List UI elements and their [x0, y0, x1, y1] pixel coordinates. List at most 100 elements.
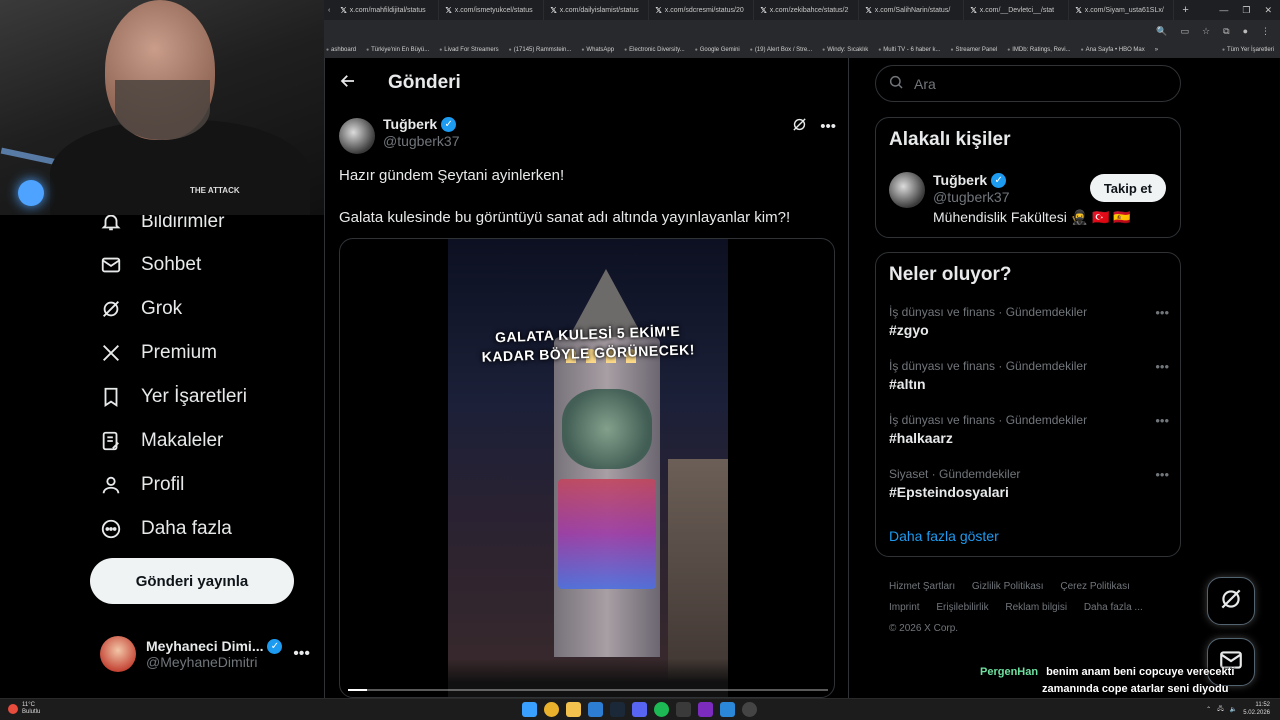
bookmark-item[interactable]: WhatsApp — [581, 47, 614, 53]
bookmark-item[interactable]: Ana Sayfa • HBO Max — [1081, 47, 1145, 53]
trend-more-icon[interactable]: ••• — [1155, 359, 1169, 374]
sidebar-item-profile[interactable]: Profil — [100, 470, 184, 500]
close-window-icon[interactable]: ✕ — [1264, 5, 1272, 16]
bookmark-item[interactable]: ashboard — [326, 47, 356, 53]
grok-icon[interactable] — [791, 116, 808, 137]
system-tray: ⌃ 🖧 🔈 11:52 5.02.2026 — [1206, 701, 1270, 717]
tab-scroll-left-icon[interactable]: ‹ — [324, 7, 334, 14]
video-progress-bar[interactable] — [348, 689, 828, 691]
trend-item[interactable]: İş dünyası ve finans · Gündemdekiler #al… — [889, 359, 1169, 392]
footer-link[interactable]: Imprint — [889, 602, 920, 613]
bookmark-item[interactable]: Livad For Streamers — [439, 47, 498, 53]
tab-label: x.com/sdcresmi/status/20 — [664, 6, 744, 14]
footer-link[interactable]: Hizmet Şartları — [889, 581, 955, 592]
bookmark-item[interactable]: Google Gemini — [695, 47, 740, 53]
bookmarks-overflow-icon[interactable]: » — [1155, 47, 1158, 53]
zoom-icon[interactable]: 🔍 — [1156, 26, 1167, 37]
file-explorer-icon[interactable] — [566, 702, 581, 717]
browser-tab[interactable]: 𝕏x.com/SalihNarin/status/ — [859, 0, 965, 20]
minimize-icon[interactable]: — — [1219, 5, 1228, 16]
follow-button[interactable]: Takip et — [1089, 174, 1166, 202]
sidebar-item-grok[interactable]: Grok — [100, 294, 182, 324]
trend-more-icon[interactable]: ••• — [1155, 467, 1169, 482]
extensions-icon[interactable]: ⧉ — [1223, 26, 1229, 37]
trend-item[interactable]: Siyaset · Gündemdekiler #Epsteindosyalar… — [889, 467, 1169, 500]
app-icon[interactable] — [588, 702, 603, 717]
bookmark-item[interactable]: Streamer Panel — [951, 47, 998, 53]
obs-icon[interactable] — [742, 702, 757, 717]
footer-link[interactable]: Reklam bilgisi — [1005, 602, 1067, 613]
clock[interactable]: 11:52 5.02.2026 — [1243, 701, 1270, 717]
browser-tab[interactable]: 𝕏x.com/zekibahce/status/2 — [754, 0, 860, 20]
x-logo-icon: 𝕏 — [970, 5, 977, 15]
page-title: Gönderi — [388, 72, 461, 93]
sidebar-item-articles[interactable]: Makaleler — [100, 426, 223, 456]
bookmark-item[interactable]: Türkiye'nin En Büyü... — [366, 47, 429, 53]
footer-link[interactable]: Gizlilik Politikası — [972, 581, 1044, 592]
browser-tab[interactable]: 𝕏x.com/Siyam_usta61SLx/ — [1069, 0, 1175, 20]
back-arrow-icon[interactable] — [339, 72, 357, 95]
trend-more-icon[interactable]: ••• — [1155, 305, 1169, 320]
network-icon[interactable]: 🖧 — [1217, 704, 1224, 714]
browser-tab[interactable]: 𝕏x.com/dailyislamist/status — [544, 0, 650, 20]
grok-fab-button[interactable] — [1207, 577, 1255, 625]
video-building — [668, 459, 728, 679]
trend-item[interactable]: İş dünyası ve finans · Gündemdekiler #ha… — [889, 413, 1169, 446]
hoodie-badge: THE ATTACK — [190, 186, 240, 195]
sidebar-item-bookmarks[interactable]: Yer İşaretleri — [100, 382, 247, 412]
main-column: Gönderi Tuğberk ✓ @tugberk37 ••• Hazır gü… — [324, 58, 849, 698]
bookmark-item[interactable]: (17145) Rammstein... — [509, 47, 572, 53]
footer-link[interactable]: Daha fazla ... — [1084, 602, 1143, 613]
volume-icon[interactable]: 🔈 — [1230, 706, 1237, 713]
author-display-name[interactable]: Tuğberk — [383, 116, 437, 132]
video-progress-fill — [348, 689, 368, 691]
app-icon[interactable] — [632, 702, 647, 717]
app-icon[interactable] — [720, 702, 735, 717]
chrome-icon[interactable] — [544, 702, 559, 717]
post-button[interactable]: Gönderi yayınla — [90, 558, 294, 604]
search-input[interactable]: Ara — [875, 65, 1181, 102]
maximize-icon[interactable]: ❐ — [1242, 5, 1250, 16]
spotify-icon[interactable] — [654, 702, 669, 717]
avatar[interactable] — [339, 118, 375, 154]
app-icon[interactable] — [676, 702, 691, 717]
trend-more-icon[interactable]: ••• — [1155, 413, 1169, 428]
weather-temp: 11°C — [22, 702, 35, 708]
footer-link[interactable]: Çerez Politikası — [1060, 581, 1129, 592]
sidebar-item-more[interactable]: Daha fazla — [100, 514, 232, 544]
browser-menu-icon[interactable]: ⋮ — [1261, 26, 1270, 37]
more-horizontal-icon[interactable]: ••• — [293, 645, 310, 663]
browser-tab[interactable]: 𝕏x.com/mahfildijital/status — [334, 0, 440, 20]
profile-icon[interactable]: ● — [1243, 26, 1248, 36]
tray-chevron-icon[interactable]: ⌃ — [1206, 706, 1211, 713]
bookmark-folder-all[interactable]: Tüm Yer İşaretleri — [1222, 47, 1280, 53]
app-icon[interactable] — [698, 702, 713, 717]
trends-panel: Neler oluyor? İş dünyası ve finans · Gün… — [875, 252, 1181, 557]
sidebar-item-premium[interactable]: Premium — [100, 338, 217, 368]
browser-tab[interactable]: 𝕏x.com/sdcresmi/status/20 — [649, 0, 755, 20]
author-handle[interactable]: @tugberk37 — [383, 133, 459, 149]
avatar — [889, 172, 925, 208]
show-more-link[interactable]: Daha fazla göster — [889, 528, 999, 544]
weather-widget[interactable]: 11°C Bulutlu — [8, 702, 40, 716]
account-switcher[interactable]: Meyhaneci Dimi... ✓ @MeyhaneDimitri ••• — [100, 636, 310, 672]
footer-link[interactable]: Erişilebilirlik — [936, 602, 988, 613]
new-tab-icon[interactable]: + — [1174, 4, 1196, 16]
bookmark-item[interactable]: IMDb: Ratings, Revi... — [1007, 47, 1070, 53]
browser-tab[interactable]: 𝕏x.com/__Devletci__/stat — [964, 0, 1070, 20]
cast-icon[interactable]: ▭ — [1181, 26, 1190, 37]
related-title: Alakalı kişiler — [889, 129, 1011, 150]
bookmark-item[interactable]: (19) Alert Box / Stre... — [750, 47, 812, 53]
star-icon[interactable]: ☆ — [1202, 26, 1210, 37]
windows-start-icon[interactable] — [522, 702, 537, 717]
bookmark-item[interactable]: Multi TV - 6 haber k... — [878, 47, 940, 53]
post-video[interactable]: GALATA KULESİ 5 EKİM'E KADAR BÖYLE GÖRÜN… — [339, 238, 835, 698]
trend-item[interactable]: İş dünyası ve finans · Gündemdekiler #zg… — [889, 305, 1169, 338]
bookmarks-bar: ashboard Türkiye'nin En Büyü... Livad Fo… — [324, 42, 1280, 58]
steam-icon[interactable] — [610, 702, 625, 717]
bookmark-item[interactable]: Electronic Diversity... — [624, 47, 685, 53]
bookmark-item[interactable]: Windy: Sıcaklık — [822, 47, 868, 53]
browser-tab[interactable]: 𝕏x.com/ismetyukcel/status — [439, 0, 545, 20]
sidebar-item-chat[interactable]: Sohbet — [100, 250, 201, 280]
post-more-icon[interactable]: ••• — [820, 118, 836, 135]
